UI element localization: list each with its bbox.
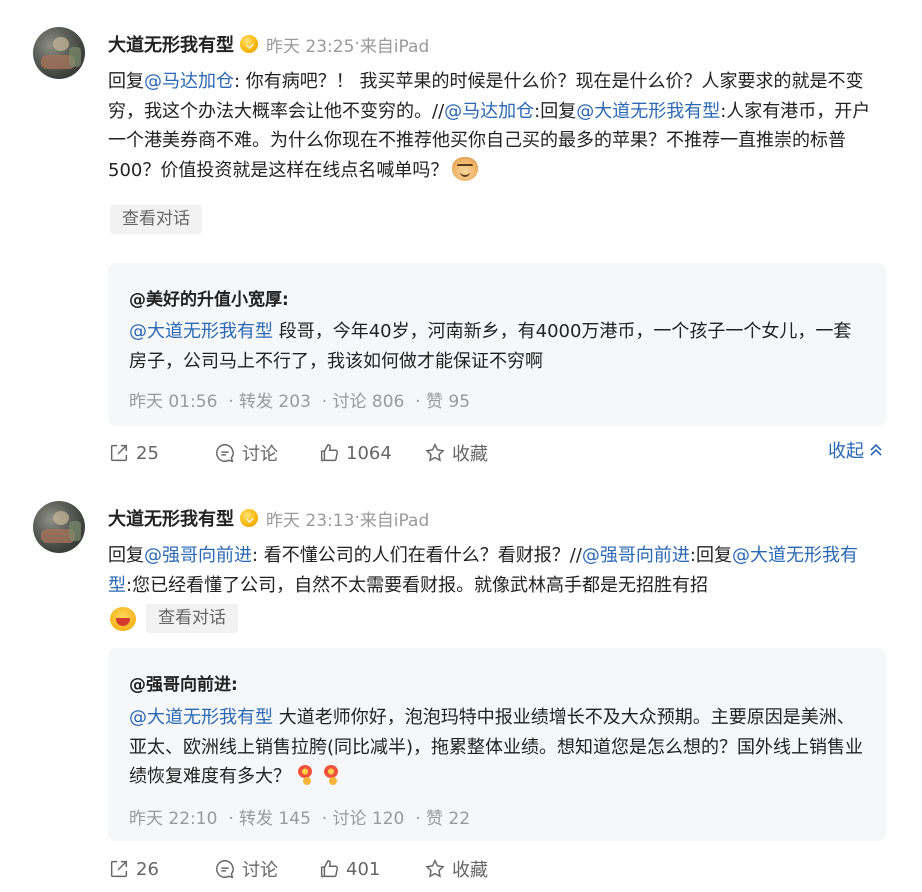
like-button[interactable]: 401	[318, 858, 424, 880]
quote-comment-count: 讨论 120	[332, 809, 405, 829]
vip-badge-icon	[240, 35, 258, 53]
favorite-label: 收藏	[452, 860, 488, 881]
quote-meta: 昨天 01:56 · 转发 203 · 讨论 806 · 赞 95	[129, 392, 471, 412]
collapse-label: 收起	[828, 441, 864, 462]
action-bar: 26 讨论 401 收藏	[108, 855, 488, 883]
view-conversation-button[interactable]: 查看对话	[110, 205, 202, 234]
comment-icon	[216, 444, 234, 463]
body-text: :回复	[534, 100, 577, 122]
comment-label: 讨论	[242, 860, 278, 881]
thumbs-up-icon	[320, 444, 338, 462]
doge-emoji-icon	[452, 156, 479, 181]
share-icon	[110, 444, 128, 462]
quote-repost-count: 转发 203	[239, 392, 311, 412]
action-bar: 25 讨论 1064 收藏	[108, 439, 488, 467]
share-count: 26	[136, 858, 159, 880]
mention-link[interactable]: @大道无形我有型	[129, 321, 273, 342]
body-text: :回复	[689, 545, 732, 566]
mention-link[interactable]: @大道无形我有型	[576, 101, 720, 122]
mention-link[interactable]: @大道无形我有型	[129, 707, 273, 728]
chevron-up-icon	[870, 443, 882, 456]
collapse-button[interactable]: 收起	[828, 437, 884, 463]
thumbs-up-icon	[320, 860, 338, 878]
post-source: 来自iPad	[359, 36, 430, 57]
quote-author[interactable]: @强哥向前进:	[129, 670, 238, 695]
mention-link[interactable]: @马达加仓	[144, 71, 234, 92]
post-time: 昨天 23:25	[266, 36, 355, 57]
body-text: : 看不懂公司的人们在看什么？看财报？//	[252, 545, 582, 566]
laugh-emoji-icon	[110, 606, 136, 631]
comment-button[interactable]: 讨论	[214, 440, 318, 466]
mention-link[interactable]: @强哥向前进	[582, 545, 690, 566]
quote-like-count: 赞 22	[426, 809, 471, 829]
mention-link[interactable]: @强哥向前进	[144, 545, 252, 566]
share-button[interactable]: 25	[108, 442, 214, 464]
like-count: 401	[346, 858, 381, 880]
avatar[interactable]	[33, 501, 85, 553]
star-icon	[425, 859, 445, 878]
favorite-button[interactable]: 收藏	[424, 440, 488, 466]
username[interactable]: 大道无形我有型	[108, 505, 234, 531]
quote-like-count: 赞 95	[426, 392, 471, 412]
username[interactable]: 大道无形我有型	[108, 31, 234, 57]
post-body: 回复@马达加仓: 你有病吧？！ 我买苹果的时候是什么价？现在是什么价？人家要求的…	[108, 67, 878, 185]
star-icon	[425, 443, 445, 462]
quote-time: 昨天 01:56	[129, 392, 218, 412]
quoted-post[interactable]: @强哥向前进: @大道无形我有型 大道老师你好，泡泡玛特中报业绩增长不及大众预期…	[108, 648, 886, 841]
view-conversation-button[interactable]: 查看对话	[146, 604, 238, 633]
like-button[interactable]: 1064	[318, 442, 424, 464]
quote-repost-count: 转发 145	[239, 809, 311, 829]
quote-meta: 昨天 22:10 · 转发 145 · 讨论 120 · 赞 22	[129, 809, 471, 829]
flower-emoji-icon	[295, 764, 317, 786]
comment-button[interactable]: 讨论	[214, 856, 318, 882]
post-time: 昨天 23:13	[266, 510, 355, 531]
favorite-button[interactable]: 收藏	[424, 856, 488, 882]
quote-time: 昨天 22:10	[129, 809, 218, 829]
post-body: 回复@强哥向前进: 看不懂公司的人们在看什么？看财报？//@强哥向前进:回复@大…	[108, 541, 878, 600]
flower-emoji-icon	[321, 764, 343, 786]
quote-author[interactable]: @美好的升值小宽厚:	[129, 285, 289, 310]
avatar[interactable]	[33, 27, 85, 79]
post-source: 来自iPad	[359, 510, 430, 531]
share-button[interactable]: 26	[108, 858, 214, 880]
quote-comment-count: 讨论 806	[332, 392, 405, 412]
comment-label: 讨论	[242, 444, 278, 465]
vip-badge-icon	[240, 509, 258, 527]
reply-prefix: 回复	[108, 71, 144, 92]
mention-link[interactable]: @马达加仓	[444, 101, 534, 122]
quote-text: @大道无形我有型 段哥，今年40岁，河南新乡，有4000万港币，一个孩子一个女儿…	[129, 317, 864, 376]
quote-text: @大道无形我有型 大道老师你好，泡泡玛特中报业绩增长不及大众预期。主要原因是美洲…	[129, 703, 864, 792]
quoted-post[interactable]: @美好的升值小宽厚: @大道无形我有型 段哥，今年40岁，河南新乡，有4000万…	[108, 263, 886, 426]
favorite-label: 收藏	[452, 444, 488, 465]
comment-icon	[216, 860, 234, 879]
post-header: 大道无形我有型 昨天 23:13 · 来自iPad	[108, 505, 430, 531]
like-count: 1064	[346, 442, 392, 464]
share-count: 25	[136, 442, 159, 464]
share-icon	[110, 860, 128, 878]
post-header: 大道无形我有型 昨天 23:25 · 来自iPad	[108, 31, 430, 57]
body-text: :您已经看懂了公司，自然不太需要看财报。就像武林高手都是无招胜有招	[126, 574, 709, 596]
reply-prefix: 回复	[108, 545, 144, 566]
